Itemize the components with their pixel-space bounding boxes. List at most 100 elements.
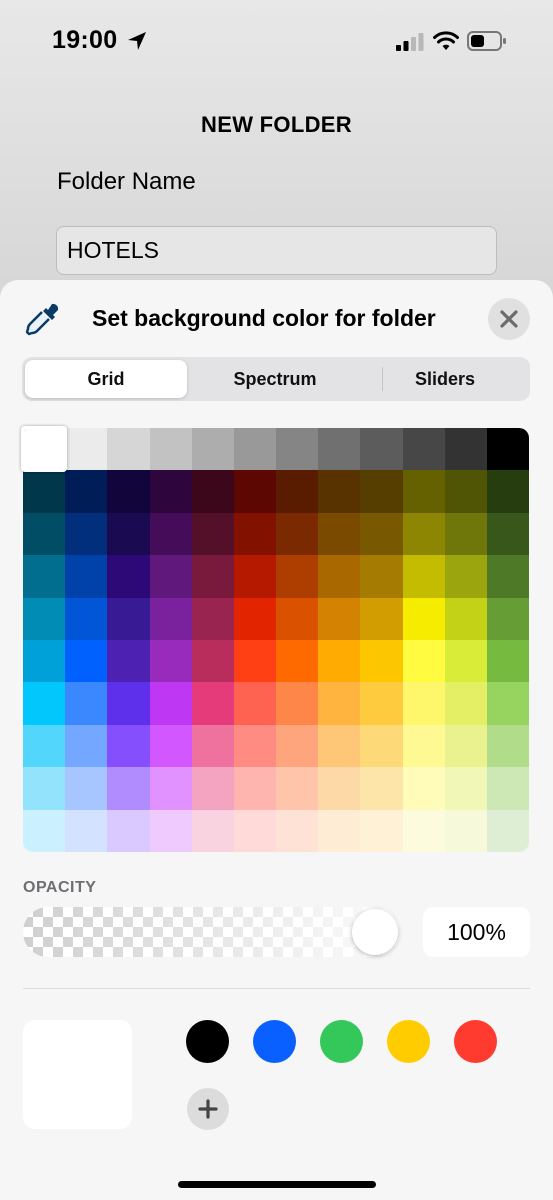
color-cell[interactable] [360, 597, 403, 640]
color-cell[interactable] [191, 512, 234, 556]
close-button[interactable] [488, 298, 530, 340]
color-cell[interactable] [486, 470, 529, 513]
color-cell[interactable] [23, 767, 66, 810]
color-cell[interactable] [486, 724, 529, 768]
saved-color-red[interactable] [454, 1020, 497, 1063]
color-cell[interactable] [486, 767, 529, 810]
color-cell[interactable] [402, 555, 445, 598]
color-cell[interactable] [23, 555, 66, 598]
color-cell[interactable] [23, 640, 66, 683]
color-cell[interactable] [318, 597, 361, 640]
saved-color-black[interactable] [186, 1020, 229, 1063]
color-cell[interactable] [402, 809, 445, 852]
color-cell[interactable] [191, 470, 234, 513]
color-cell[interactable] [149, 724, 192, 768]
color-cell[interactable] [65, 640, 108, 683]
color-cell[interactable] [65, 767, 108, 810]
tab-grid[interactable]: Grid [25, 360, 187, 398]
color-cell[interactable] [23, 512, 66, 556]
color-cell[interactable] [149, 597, 192, 640]
color-cell[interactable] [191, 767, 234, 810]
saved-color-blue[interactable] [253, 1020, 296, 1063]
color-cell[interactable] [276, 809, 319, 852]
color-cell[interactable] [276, 512, 319, 556]
color-cell[interactable] [233, 597, 276, 640]
color-cell[interactable] [318, 724, 361, 768]
color-cell[interactable] [65, 512, 108, 556]
color-cell[interactable] [402, 428, 445, 471]
color-cell[interactable] [402, 512, 445, 556]
color-cell[interactable] [233, 767, 276, 810]
opacity-slider[interactable] [23, 907, 400, 957]
color-cell[interactable] [486, 682, 529, 725]
color-cell[interactable] [318, 512, 361, 556]
color-cell[interactable] [318, 767, 361, 810]
color-cell[interactable] [360, 640, 403, 683]
color-cell[interactable] [486, 640, 529, 683]
color-cell[interactable] [360, 555, 403, 598]
color-cell[interactable] [65, 555, 108, 598]
color-cell[interactable] [191, 682, 234, 725]
color-cell[interactable] [65, 809, 108, 852]
color-cell[interactable] [318, 682, 361, 725]
color-cell[interactable] [107, 470, 150, 513]
color-cell[interactable] [276, 555, 319, 598]
color-cell[interactable] [149, 809, 192, 852]
color-cell[interactable] [191, 555, 234, 598]
color-cell[interactable] [149, 767, 192, 810]
color-cell[interactable] [233, 809, 276, 852]
color-cell[interactable] [486, 597, 529, 640]
color-cell[interactable] [149, 470, 192, 513]
color-cell[interactable] [276, 767, 319, 810]
color-cell[interactable] [233, 555, 276, 598]
color-cell[interactable] [149, 640, 192, 683]
color-cell[interactable] [360, 809, 403, 852]
color-cell[interactable] [65, 470, 108, 513]
color-cell[interactable] [360, 682, 403, 725]
color-cell[interactable] [402, 724, 445, 768]
color-cell[interactable] [107, 512, 150, 556]
color-cell[interactable] [23, 809, 66, 852]
color-cell[interactable] [65, 597, 108, 640]
color-cell[interactable] [444, 470, 487, 513]
color-cell[interactable] [65, 724, 108, 768]
add-color-button[interactable] [187, 1088, 229, 1130]
color-cell[interactable] [444, 597, 487, 640]
color-cell[interactable] [318, 809, 361, 852]
color-cell[interactable] [444, 512, 487, 556]
color-cell[interactable] [107, 597, 150, 640]
color-cell[interactable] [191, 640, 234, 683]
color-cell[interactable] [318, 640, 361, 683]
color-cell[interactable] [360, 512, 403, 556]
color-cell[interactable] [149, 512, 192, 556]
color-cell[interactable] [65, 682, 108, 725]
color-cell[interactable] [444, 640, 487, 683]
color-cell[interactable] [402, 682, 445, 725]
color-cell[interactable] [486, 512, 529, 556]
color-cell[interactable] [107, 428, 150, 471]
color-cell[interactable] [402, 640, 445, 683]
saved-color-yellow[interactable] [387, 1020, 430, 1063]
color-cell[interactable] [444, 809, 487, 852]
color-cell[interactable] [107, 682, 150, 725]
opacity-slider-thumb[interactable] [352, 909, 398, 955]
color-cell[interactable] [486, 555, 529, 598]
color-cell[interactable] [107, 767, 150, 810]
color-cell[interactable] [444, 682, 487, 725]
color-cell[interactable] [318, 470, 361, 513]
color-cell[interactable] [149, 428, 192, 471]
color-cell[interactable] [402, 767, 445, 810]
color-cell[interactable] [276, 428, 319, 471]
color-cell[interactable] [444, 724, 487, 768]
color-cell[interactable] [149, 555, 192, 598]
color-cell[interactable] [276, 470, 319, 513]
color-cell[interactable] [444, 428, 487, 471]
color-cell[interactable] [486, 809, 529, 852]
color-cell[interactable] [276, 597, 319, 640]
color-cell[interactable] [149, 682, 192, 725]
opacity-value[interactable]: 100% [423, 907, 530, 957]
color-cell[interactable] [233, 682, 276, 725]
color-cell[interactable] [191, 597, 234, 640]
color-cell[interactable] [402, 597, 445, 640]
color-cell[interactable] [276, 640, 319, 683]
